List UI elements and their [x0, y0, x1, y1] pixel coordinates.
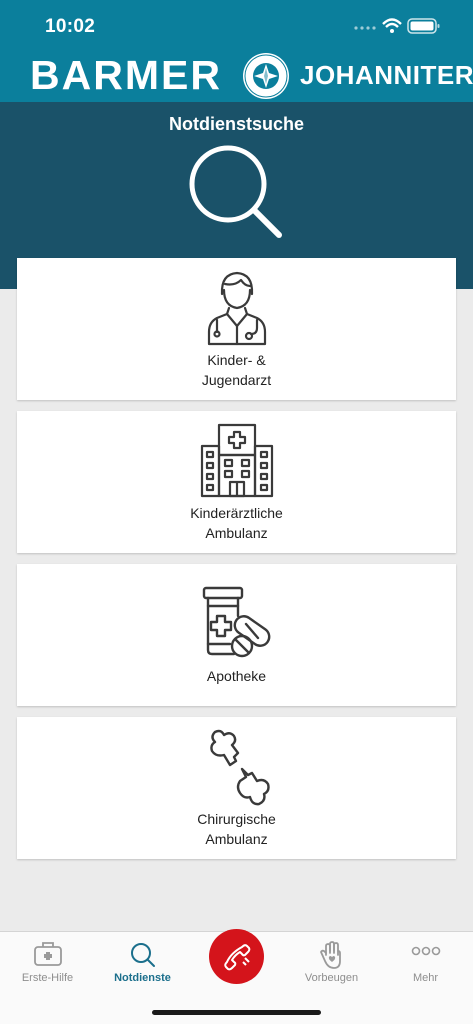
- card-kinder-jugendarzt[interactable]: Kinder- & Jugendarzt: [17, 258, 456, 400]
- status-bar: 10:02: [0, 0, 473, 54]
- card-chirurgische-ambulanz[interactable]: Chirurgische Ambulanz: [17, 717, 456, 859]
- search-icon: [129, 941, 157, 974]
- brand-header: BARMER JOHANNITER: [0, 52, 473, 102]
- status-time: 10:02: [45, 16, 96, 37]
- signal-wifi-battery-icon: [354, 18, 440, 34]
- tab-label: Vorbeugen: [304, 972, 359, 984]
- card-label: Kinderärztliche Ambulanz: [190, 505, 283, 541]
- home-indicator: [152, 1010, 321, 1015]
- johanniter-seal-icon: [240, 52, 292, 109]
- tab-vorbeugen[interactable]: Vorbeugen: [284, 932, 379, 1002]
- card-apotheke[interactable]: Apotheke: [17, 564, 456, 706]
- search-icon: [186, 142, 286, 247]
- pills-icon: [200, 586, 274, 663]
- barmer-logo: BARMER: [30, 52, 222, 98]
- tab-label: Mehr: [412, 972, 439, 984]
- tab-mehr[interactable]: Mehr: [378, 932, 473, 1002]
- emergency-call-button[interactable]: [209, 929, 264, 984]
- card-label: Chirurgische Ambulanz: [197, 811, 276, 847]
- tab-erste-hilfe[interactable]: Erste-Hilfe: [0, 932, 95, 1002]
- status-icons: [353, 16, 443, 36]
- tab-label: Erste-Hilfe: [21, 972, 74, 984]
- tab-notdienste[interactable]: Notdienste: [95, 932, 190, 1002]
- hand-heart-icon: [319, 941, 345, 974]
- doctor-icon: [205, 268, 269, 351]
- bone-fracture-icon: [202, 729, 272, 812]
- johanniter-logo: JOHANNITER: [300, 60, 473, 90]
- first-aid-kit-icon: [33, 941, 63, 972]
- card-label: Apotheke: [206, 668, 267, 684]
- more-icon: [411, 944, 441, 962]
- page-title: Notdienstsuche: [168, 114, 305, 134]
- hospital-icon: [200, 422, 274, 503]
- card-kinderaerztliche-ambulanz[interactable]: Kinderärztliche Ambulanz: [17, 411, 456, 553]
- phone-icon: [224, 944, 251, 971]
- card-label: Kinder- & Jugendarzt: [201, 352, 272, 388]
- tab-label: Notdienste: [114, 972, 171, 984]
